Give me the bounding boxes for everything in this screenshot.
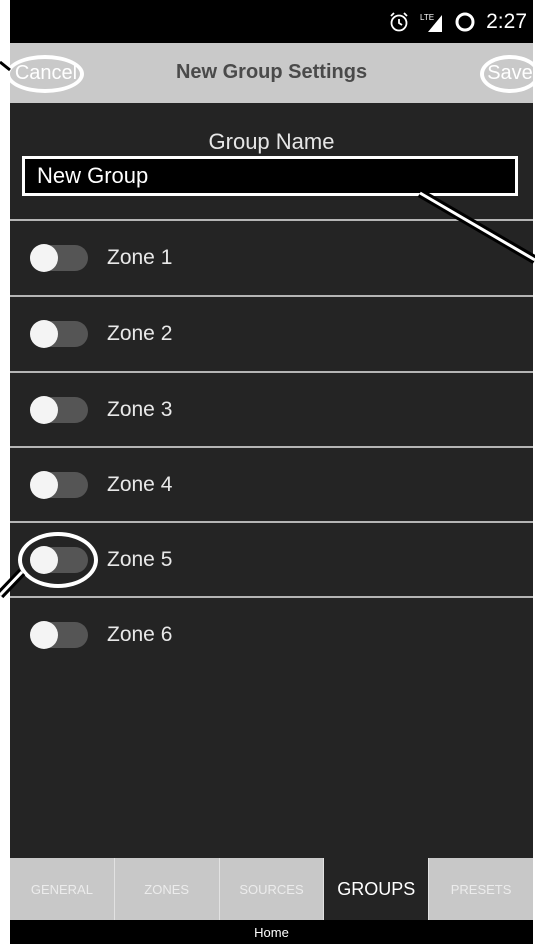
toggle-knob: [30, 244, 58, 272]
tab-general[interactable]: GENERAL: [10, 858, 115, 920]
zone-1-toggle[interactable]: [30, 244, 88, 272]
zone-row-3: Zone 3: [10, 373, 533, 447]
signal-icon: LTE: [420, 11, 444, 33]
network-type-label: LTE: [420, 13, 434, 22]
tab-bar: GENERAL ZONES SOURCES GROUPS PRESETS: [10, 858, 533, 920]
zone-1-label: Zone 1: [107, 246, 173, 269]
zone-4-toggle[interactable]: [30, 471, 88, 499]
zone-row-2: Zone 2: [10, 297, 533, 371]
toggle-knob: [30, 471, 58, 499]
zone-row-4: Zone 4: [10, 448, 533, 522]
zone-2-toggle[interactable]: [30, 320, 88, 348]
home-bar[interactable]: Home: [10, 920, 533, 944]
toggle-knob: [30, 621, 58, 649]
tab-presets[interactable]: PRESETS: [429, 858, 533, 920]
zone-6-label: Zone 6: [107, 623, 173, 646]
ring-icon: [454, 11, 476, 33]
zone-4-label: Zone 4: [107, 473, 173, 496]
tab-zones[interactable]: ZONES: [115, 858, 220, 920]
group-name-input[interactable]: [22, 156, 518, 196]
alarm-clock-icon: [388, 11, 410, 33]
zone-3-toggle[interactable]: [30, 396, 88, 424]
zone-2-label: Zone 2: [107, 322, 173, 345]
nav-bar: Cancel New Group Settings Save: [10, 43, 533, 103]
group-name-section: Group Name: [10, 103, 533, 219]
zone-row-5: Zone 5: [10, 523, 533, 597]
save-highlight: [480, 55, 533, 93]
zone-5-label: Zone 5: [107, 548, 173, 571]
zone-row-6: Zone 6: [10, 598, 533, 672]
group-name-label: Group Name: [208, 129, 335, 154]
zone-5-highlight: [18, 532, 98, 588]
home-label: Home: [254, 924, 289, 940]
status-time: 2:27: [486, 9, 527, 33]
toggle-knob: [30, 396, 58, 424]
zone-6-toggle[interactable]: [30, 621, 88, 649]
cancel-callout-line: [0, 60, 11, 72]
tab-sources[interactable]: SOURCES: [220, 858, 325, 920]
page-title: New Group Settings: [175, 61, 368, 83]
zone-3-label: Zone 3: [107, 398, 173, 421]
app-screen: LTE 2:27 Cancel New Group Settings Save …: [10, 0, 533, 944]
toggle-knob: [30, 320, 58, 348]
status-bar: LTE 2:27: [10, 0, 533, 43]
tab-groups[interactable]: GROUPS: [324, 858, 430, 920]
zone-row-1: Zone 1: [10, 221, 533, 295]
